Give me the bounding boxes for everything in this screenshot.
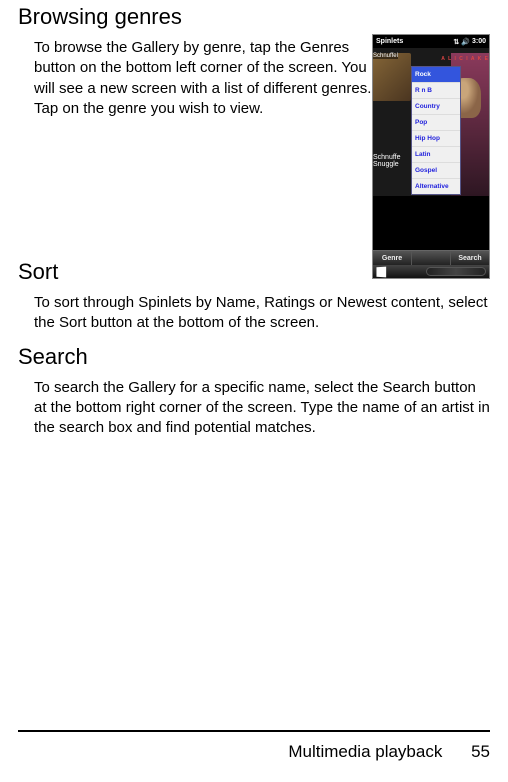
genre-item[interactable]: Alternative: [412, 179, 460, 194]
album-area: Schnuffel A L I C I A K E Schnuffe Snugg…: [373, 48, 489, 196]
genre-menu[interactable]: RockR n BCountryPopHip HopLatinGospelAlt…: [411, 66, 461, 195]
footer-section: Multimedia playback: [288, 742, 442, 761]
sort-middle-button[interactable]: [412, 251, 451, 265]
genre-item[interactable]: Gospel: [412, 163, 460, 179]
paragraph-search: To search the Gallery for a specific nam…: [34, 378, 490, 439]
heading-browsing-genres: Browsing genres: [18, 4, 490, 30]
search-button[interactable]: Search: [451, 251, 489, 265]
track-names: Schnuffe Snuggle: [373, 154, 401, 168]
page-footer: Multimedia playback 55: [288, 742, 490, 762]
genre-item[interactable]: Hip Hop: [412, 131, 460, 147]
system-bar: [373, 265, 489, 278]
genre-item[interactable]: Pop: [412, 115, 460, 131]
clock-time: 3:00: [472, 38, 486, 45]
system-middle: [426, 267, 486, 276]
genre-item[interactable]: Rock: [412, 67, 460, 83]
footer-rule: [18, 730, 490, 732]
album-left: [373, 53, 411, 101]
phone-screenshot: Spinlets ⇅ 🔊 3:00 Schnuffel A L I C I A …: [372, 34, 490, 279]
paragraph-browsing-genres: To browse the Gallery by genre, tap the …: [34, 38, 374, 119]
status-app-name: Spinlets: [376, 38, 403, 45]
status-icons: ⇅ 🔊 3:00: [453, 38, 486, 46]
bottom-buttons: Genre Search: [373, 250, 489, 265]
page-number: 55: [471, 742, 490, 761]
paragraph-sort: To sort through Spinlets by Name, Rating…: [34, 293, 490, 334]
signal-icon: ⇅: [453, 38, 459, 46]
track-2: Snuggle: [373, 161, 401, 168]
track-1: Schnuffe: [373, 154, 401, 161]
heading-search: Search: [18, 344, 490, 370]
album-left-label: Schnuffel: [373, 53, 398, 59]
status-bar: Spinlets ⇅ 🔊 3:00: [373, 35, 489, 48]
sound-icon: 🔊: [461, 38, 470, 46]
genre-item[interactable]: Latin: [412, 147, 460, 163]
genre-button[interactable]: Genre: [373, 251, 412, 265]
windows-icon[interactable]: [376, 266, 386, 277]
album-right-label: A L I C I A K E: [441, 56, 489, 62]
genre-item[interactable]: Country: [412, 99, 460, 115]
genre-item[interactable]: R n B: [412, 83, 460, 99]
